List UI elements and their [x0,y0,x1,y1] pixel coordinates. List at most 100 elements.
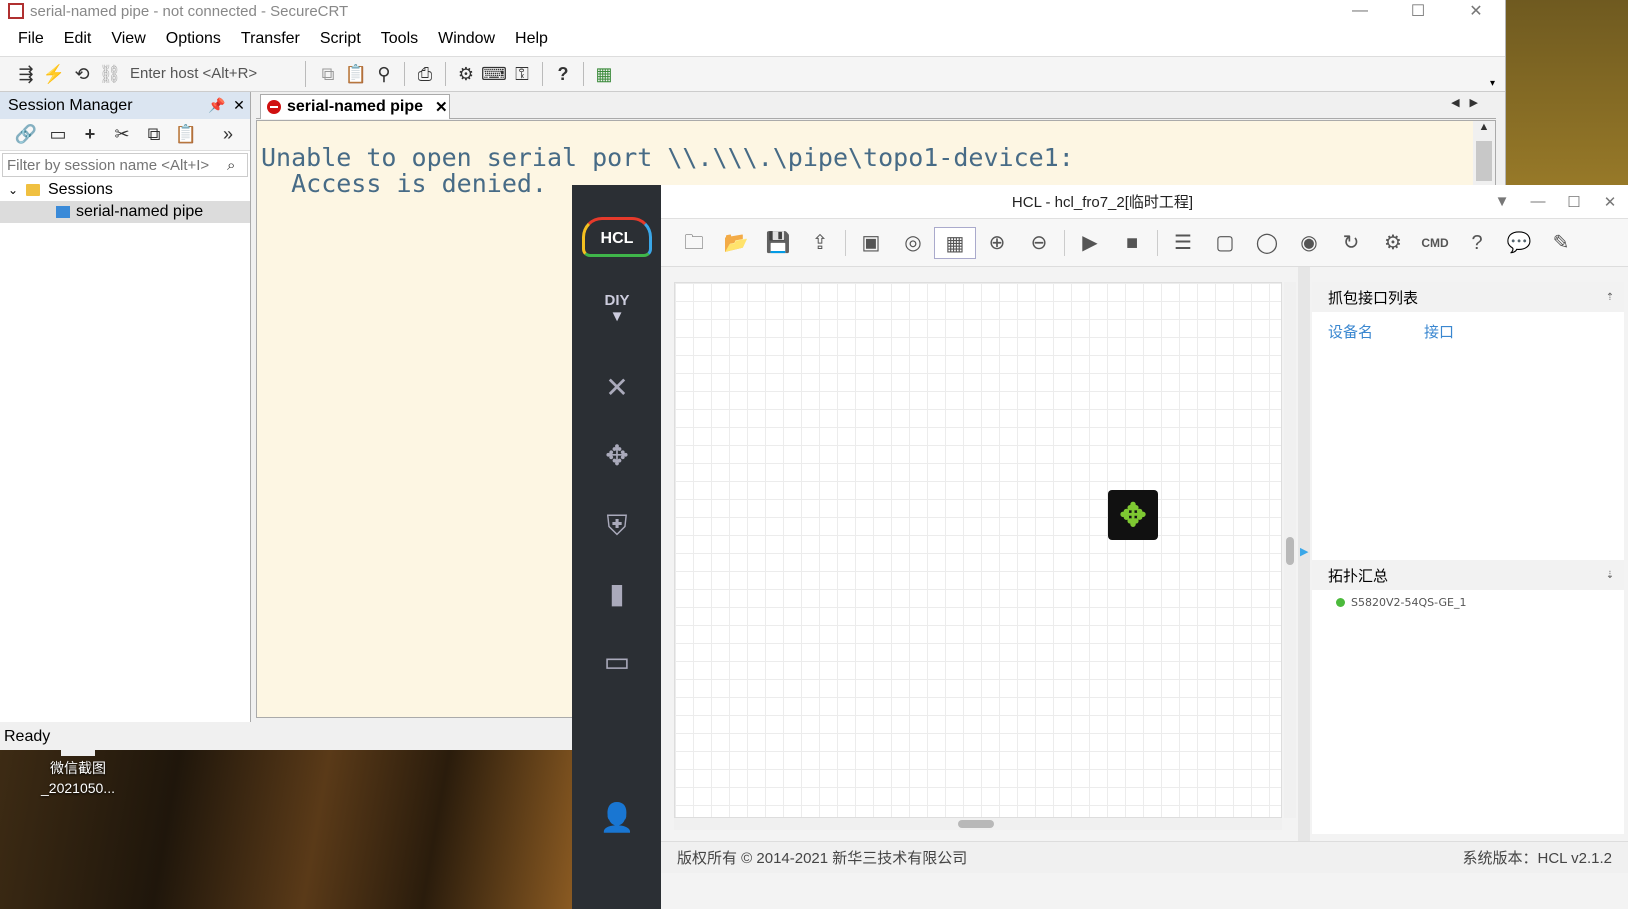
add-rect-icon[interactable]: ▢ [1204,227,1246,259]
menu-options[interactable]: Options [156,30,231,48]
menu-file[interactable]: File [8,30,54,48]
collapse-icon[interactable]: ⇣ [1596,570,1624,581]
maximize-icon[interactable]: ☐ [1556,193,1592,211]
reconnect-icon[interactable]: ⟲ [68,64,96,85]
terminal-host-icon[interactable]: ▭ [596,641,638,683]
menu-help[interactable]: Help [505,30,558,48]
panel-splitter[interactable]: ▶ [1298,267,1310,841]
print-icon[interactable]: ⎙ [411,64,439,85]
canvas-vertical-scrollbar[interactable] [1284,282,1296,818]
column-interface[interactable]: 接口 [1424,321,1454,342]
disconnect-icon[interactable]: ⛓ [96,64,124,85]
switch-icon[interactable]: ✥ [596,435,638,477]
capture-list-columns: 设备名 接口 [1312,312,1624,350]
topology-icon[interactable]: ◎ [892,227,934,259]
scrollbar-thumb[interactable] [958,820,994,828]
find-icon[interactable]: ⚲ [370,64,398,85]
switch-device-icon[interactable]: ✥ [1108,490,1158,540]
menu-window[interactable]: Window [428,30,505,48]
wechat-icon[interactable]: 💬 [1498,227,1540,259]
cmd-icon[interactable]: CMD [1414,227,1456,259]
hcl-logo-text: HCL [600,230,634,247]
copy-icon[interactable]: ⧉ [314,64,342,85]
menu-tools[interactable]: Tools [371,30,428,48]
tab-scroll-arrows-icon[interactable]: ◀▶ [1451,96,1488,109]
expand-arrow-icon[interactable]: ▶ [1300,545,1308,558]
hcl-toolbar: 🗀 📂 💾 ⇪ ▣ ◎ ▦ ⊕ ⊖ ▶ ■ ☰ ▢ ◯ ◉ ↻ ⚙ CMD ? … [661,219,1628,267]
maximize-button[interactable]: ☐ [1389,1,1447,21]
menu-transfer[interactable]: Transfer [231,30,310,48]
tree-folder-sessions[interactable]: ⌄ Sessions [0,179,250,201]
user-icon[interactable]: 👤 [596,797,638,839]
settings-gear-icon[interactable]: ⚙ [452,64,480,85]
feedback-icon[interactable]: ✎ [1540,227,1582,259]
desktop-file-icon[interactable]: 微信截图 _2021050... [30,748,126,798]
zoom-in-icon[interactable]: ⊕ [976,227,1018,259]
tab-serial-named-pipe[interactable]: serial-named pipe ✕ [260,94,450,119]
close-icon[interactable]: ✕ [1592,193,1628,211]
host-input[interactable]: Enter host <Alt+R> [124,61,306,87]
open-project-icon[interactable]: 📂 [715,227,757,259]
help-icon[interactable]: ? [1456,227,1498,259]
stop-all-icon[interactable]: ■ [1111,227,1153,259]
window-icon[interactable]: ▭ [42,124,74,145]
router-icon[interactable]: ✕ [596,367,638,409]
toolbar-overflow-icon[interactable]: ▾ [1490,78,1495,89]
connect-icon[interactable]: ⇶ [12,64,40,85]
column-device-name[interactable]: 设备名 [1328,321,1424,342]
add-text-icon[interactable]: ☰ [1162,227,1204,259]
capture-list-header[interactable]: 抓包接口列表 ⇡ [1312,282,1624,312]
firewall-shield-icon[interactable]: ⛨ [596,505,638,547]
keymap-icon[interactable]: ⌨ [480,64,508,85]
canvas-horizontal-scrollbar[interactable] [674,818,1282,830]
close-button[interactable]: ✕ [1447,1,1505,21]
tree-item-session[interactable]: serial-named pipe [0,201,250,223]
paste-icon[interactable]: 📋 [170,124,202,145]
menu-script[interactable]: Script [310,30,371,48]
session-filter-input[interactable] [3,156,227,174]
menu-edit[interactable]: Edit [54,30,102,48]
chevron-down-icon[interactable]: ⌄ [8,183,26,197]
status-dot-icon [1336,597,1345,607]
server-icon[interactable]: ▮ [596,573,638,615]
topology-canvas[interactable]: ✥ [674,282,1282,818]
link-icon[interactable]: 🔗 [10,124,42,145]
capture-icon[interactable]: ◉ [1288,227,1330,259]
collapse-icon[interactable]: ⇡ [1596,292,1624,303]
cut-icon[interactable]: ✂ [106,124,138,145]
minimize-icon[interactable]: — [1520,193,1556,210]
refresh-icon[interactable]: ↻ [1330,227,1372,259]
search-icon[interactable]: ⌕ [227,157,247,174]
add-ellipse-icon[interactable]: ◯ [1246,227,1288,259]
scrollbar-thumb[interactable] [1476,141,1492,181]
copy-icon[interactable]: ⧉ [138,124,170,145]
capture-list-title: 抓包接口列表 [1328,289,1419,307]
minimize-button[interactable]: — [1331,2,1389,20]
more-icon[interactable]: » [212,124,244,145]
zoom-out-icon[interactable]: ⊖ [1018,227,1060,259]
grid-icon[interactable]: ▦ [934,226,976,259]
start-all-icon[interactable]: ▶ [1069,227,1111,259]
quick-connect-icon[interactable]: ⚡ [40,64,68,85]
pin-icon[interactable]: 📌 [206,97,228,114]
menu-view[interactable]: View [101,30,155,48]
help-icon[interactable]: ? [549,64,577,85]
close-icon[interactable]: ✕ [228,97,250,114]
sftp-icon[interactable]: ⚿ [508,64,536,85]
scrollbar-thumb[interactable] [1286,537,1294,565]
topology-device-item[interactable]: S5820V2-54QS-GE_1 [1312,590,1624,614]
new-project-icon[interactable]: 🗀 [673,227,715,259]
screenshot-icon[interactable]: ▣ [850,227,892,259]
tab-close-icon[interactable]: ✕ [435,98,448,116]
export-icon[interactable]: ⇪ [799,227,841,259]
paste-icon[interactable]: 📋 [342,64,370,85]
app-logo-icon[interactable]: ▦ [590,64,618,85]
topology-summary-header[interactable]: 拓扑汇总 ⇣ [1312,560,1624,590]
add-icon[interactable]: + [74,124,106,145]
settings-gear-icon[interactable]: ⚙ [1372,227,1414,259]
scroll-up-icon[interactable]: ▲ [1473,121,1495,133]
save-icon[interactable]: 💾 [757,227,799,259]
dropdown-icon[interactable]: ▼ [1484,193,1520,210]
hcl-window: HCL DIY ▼ ✕ ✥ ⛨ ▮ ▭ 👤 HCL - hcl_fro7_2[临时… [572,185,1628,909]
diy-icon[interactable]: DIY ▼ [596,293,638,335]
